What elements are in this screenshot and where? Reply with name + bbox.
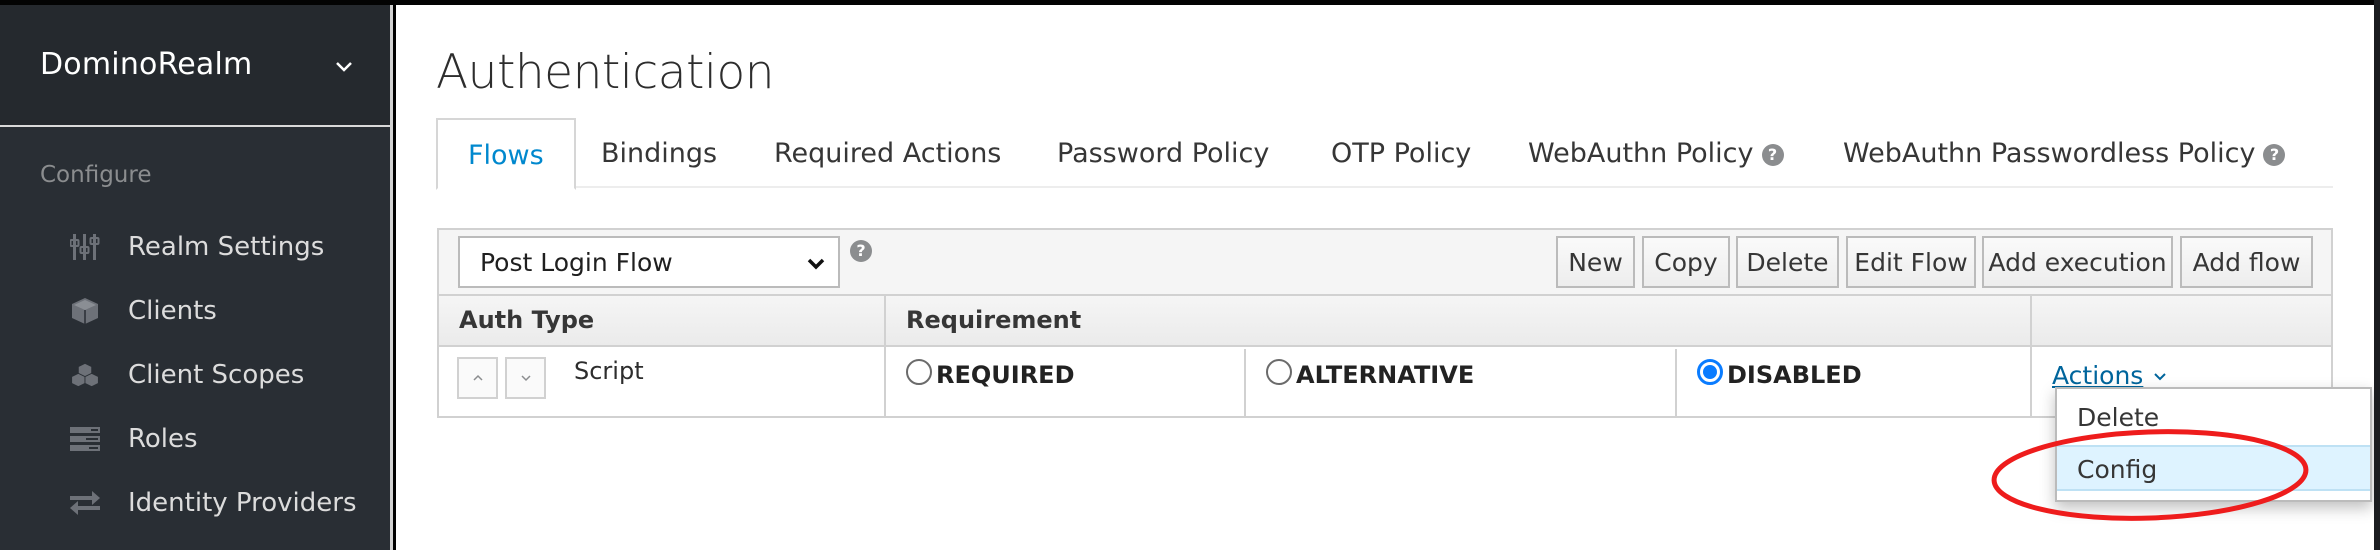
- radio-required[interactable]: REQUIRED: [906, 359, 1075, 389]
- sidebar-item-label: Roles: [128, 424, 198, 454]
- sidebar-item-client-scopes[interactable]: Client Scopes: [0, 346, 390, 406]
- section-label-configure: Configure: [40, 162, 152, 188]
- table-row: Script: [439, 349, 884, 416]
- flow-select-value: Post Login Flow: [480, 248, 673, 277]
- sidebar-item-label: Realm Settings: [128, 232, 325, 262]
- executions-table: Auth Type Requirement Script REQUIRED AL…: [437, 294, 2333, 418]
- radio-label: DISABLED: [1727, 361, 1862, 389]
- tab-password-policy[interactable]: Password Policy: [1057, 118, 1269, 188]
- actions-menu: Delete Config: [2055, 387, 2372, 502]
- cubes-icon: [71, 362, 99, 388]
- chevron-up-icon: [473, 374, 483, 381]
- sidebar-item-realm-settings[interactable]: Realm Settings: [0, 218, 390, 278]
- realm-name: DominoRealm: [40, 47, 253, 82]
- chevron-down-icon: [807, 258, 825, 270]
- sidebar-item-clients[interactable]: Clients: [0, 282, 390, 342]
- tab-required-actions[interactable]: Required Actions: [774, 118, 1001, 188]
- tab-webauthn-policy[interactable]: WebAuthn Policy?: [1528, 118, 1784, 188]
- actions-dropdown-toggle[interactable]: Actions: [2052, 361, 2167, 390]
- chevron-down-icon: [2154, 373, 2167, 381]
- auth-type-name: Script: [574, 357, 644, 385]
- column-header-auth-type: Auth Type: [459, 306, 595, 334]
- tab-label: Flows: [468, 140, 544, 171]
- requirement-cell: REQUIRED: [886, 349, 1244, 416]
- tab-label: Bindings: [601, 138, 718, 169]
- tab-flows[interactable]: Flows: [436, 118, 576, 190]
- exchange-icon: [70, 491, 100, 515]
- copy-button[interactable]: Copy: [1642, 236, 1730, 288]
- tab-label: Password Policy: [1057, 138, 1270, 169]
- table-header: Auth Type Requirement: [439, 296, 2331, 347]
- radio-label: ALTERNATIVE: [1296, 361, 1475, 389]
- sidebar-item-label: Clients: [128, 296, 217, 326]
- chevron-down-icon: [521, 375, 531, 382]
- actions-label: Actions: [2052, 361, 2144, 390]
- tab-label: WebAuthn Policy: [1528, 138, 1754, 169]
- radio-button[interactable]: [1266, 359, 1292, 385]
- flow-toolbar: Post Login Flow ? New Copy Delete Edit F…: [437, 228, 2333, 294]
- page-title: Authentication: [436, 45, 775, 100]
- sidebar: DominoRealm Configure Realm Settings Cli…: [0, 5, 393, 550]
- tab-bar: Flows Bindings Required Actions Password…: [436, 118, 2333, 190]
- delete-flow-button[interactable]: Delete: [1736, 236, 1839, 288]
- move-down-button[interactable]: [505, 357, 546, 399]
- requirement-cell: DISABLED: [1677, 349, 2030, 416]
- radio-disabled[interactable]: DISABLED: [1697, 359, 1862, 389]
- radio-alternative[interactable]: ALTERNATIVE: [1266, 359, 1474, 389]
- tab-bindings[interactable]: Bindings: [601, 118, 717, 188]
- new-button[interactable]: New: [1556, 236, 1635, 288]
- tab-otp-policy[interactable]: OTP Policy: [1331, 118, 1471, 188]
- realm-selector[interactable]: DominoRealm: [0, 5, 390, 127]
- server-icon: [70, 427, 100, 451]
- menu-item-delete[interactable]: Delete: [2057, 395, 2370, 441]
- window-right-edge: [2374, 0, 2380, 550]
- tab-label: Required Actions: [774, 138, 1002, 169]
- sidebar-item-label: Client Scopes: [128, 360, 305, 390]
- chevron-down-icon: [336, 62, 352, 72]
- edit-flow-button[interactable]: Edit Flow: [1846, 236, 1976, 288]
- add-execution-button[interactable]: Add execution: [1982, 236, 2173, 288]
- radio-button-checked[interactable]: [1697, 359, 1723, 385]
- tab-label: OTP Policy: [1331, 138, 1472, 169]
- tab-webauthn-passwordless-policy[interactable]: WebAuthn Passwordless Policy?: [1843, 118, 2286, 188]
- radio-label: REQUIRED: [936, 361, 1075, 389]
- sidebar-item-identity-providers[interactable]: Identity Providers: [0, 474, 390, 534]
- sidebar-item-label: Identity Providers: [128, 488, 357, 518]
- flow-select[interactable]: Post Login Flow: [458, 236, 840, 288]
- help-icon[interactable]: ?: [2263, 144, 2286, 166]
- tab-label: WebAuthn Passwordless Policy: [1843, 138, 2256, 169]
- menu-item-config[interactable]: Config: [2057, 445, 2370, 491]
- sidebar-item-roles[interactable]: Roles: [0, 410, 390, 470]
- column-header-requirement: Requirement: [906, 306, 1082, 334]
- radio-button[interactable]: [906, 359, 932, 385]
- move-up-button[interactable]: [457, 357, 498, 399]
- help-icon[interactable]: ?: [1761, 144, 1784, 166]
- add-flow-button[interactable]: Add flow: [2180, 236, 2313, 288]
- help-icon[interactable]: ?: [850, 240, 872, 262]
- requirement-cell: ALTERNATIVE: [1246, 349, 1675, 416]
- cube-icon: [72, 298, 98, 324]
- sliders-icon: [70, 234, 100, 260]
